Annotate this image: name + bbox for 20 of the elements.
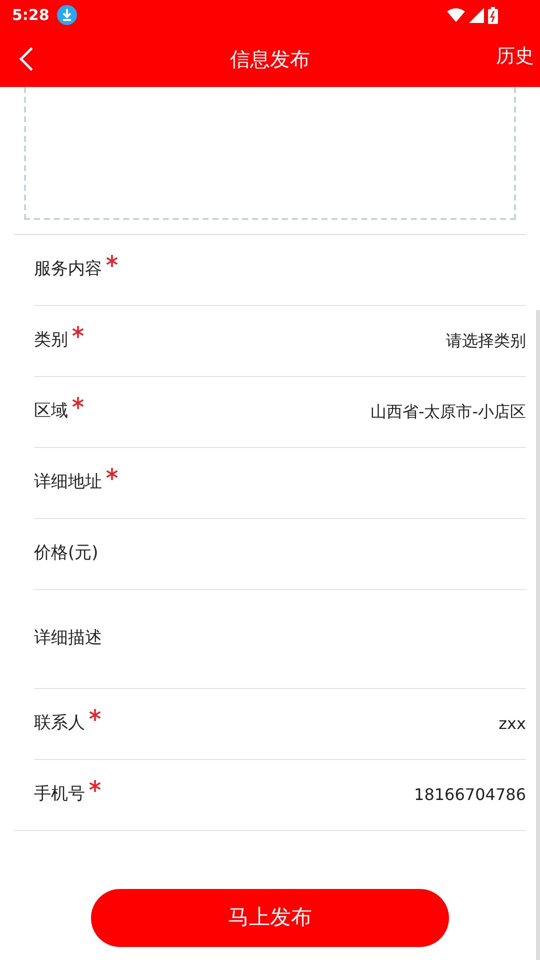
- field-value[interactable]: 请选择类别: [446, 329, 526, 353]
- history-button[interactable]: 历史: [496, 42, 534, 70]
- field-label: 类别: [34, 329, 68, 352]
- wifi-icon: [447, 8, 465, 22]
- field-label: 详细描述: [34, 627, 102, 650]
- field-value[interactable]: zxx: [498, 712, 526, 736]
- field-value[interactable]: 山西省-太原市-小店区: [370, 400, 526, 424]
- field-label: 价格(元): [34, 542, 98, 566]
- field-label: 区域: [34, 400, 68, 424]
- signal-icon: [469, 8, 484, 22]
- download-icon: [57, 5, 78, 25]
- battery-icon: [488, 6, 498, 24]
- status-time: 5:28: [12, 4, 50, 26]
- field-label: 详细地址: [34, 471, 102, 494]
- page-title: 信息发布: [230, 46, 310, 72]
- field-label: 手机号: [34, 783, 85, 806]
- field-value[interactable]: 18166704786: [414, 783, 526, 807]
- field-label: 服务内容: [34, 258, 102, 282]
- publish-button[interactable]: 马上发布: [91, 889, 449, 947]
- field-label: 联系人: [34, 712, 85, 736]
